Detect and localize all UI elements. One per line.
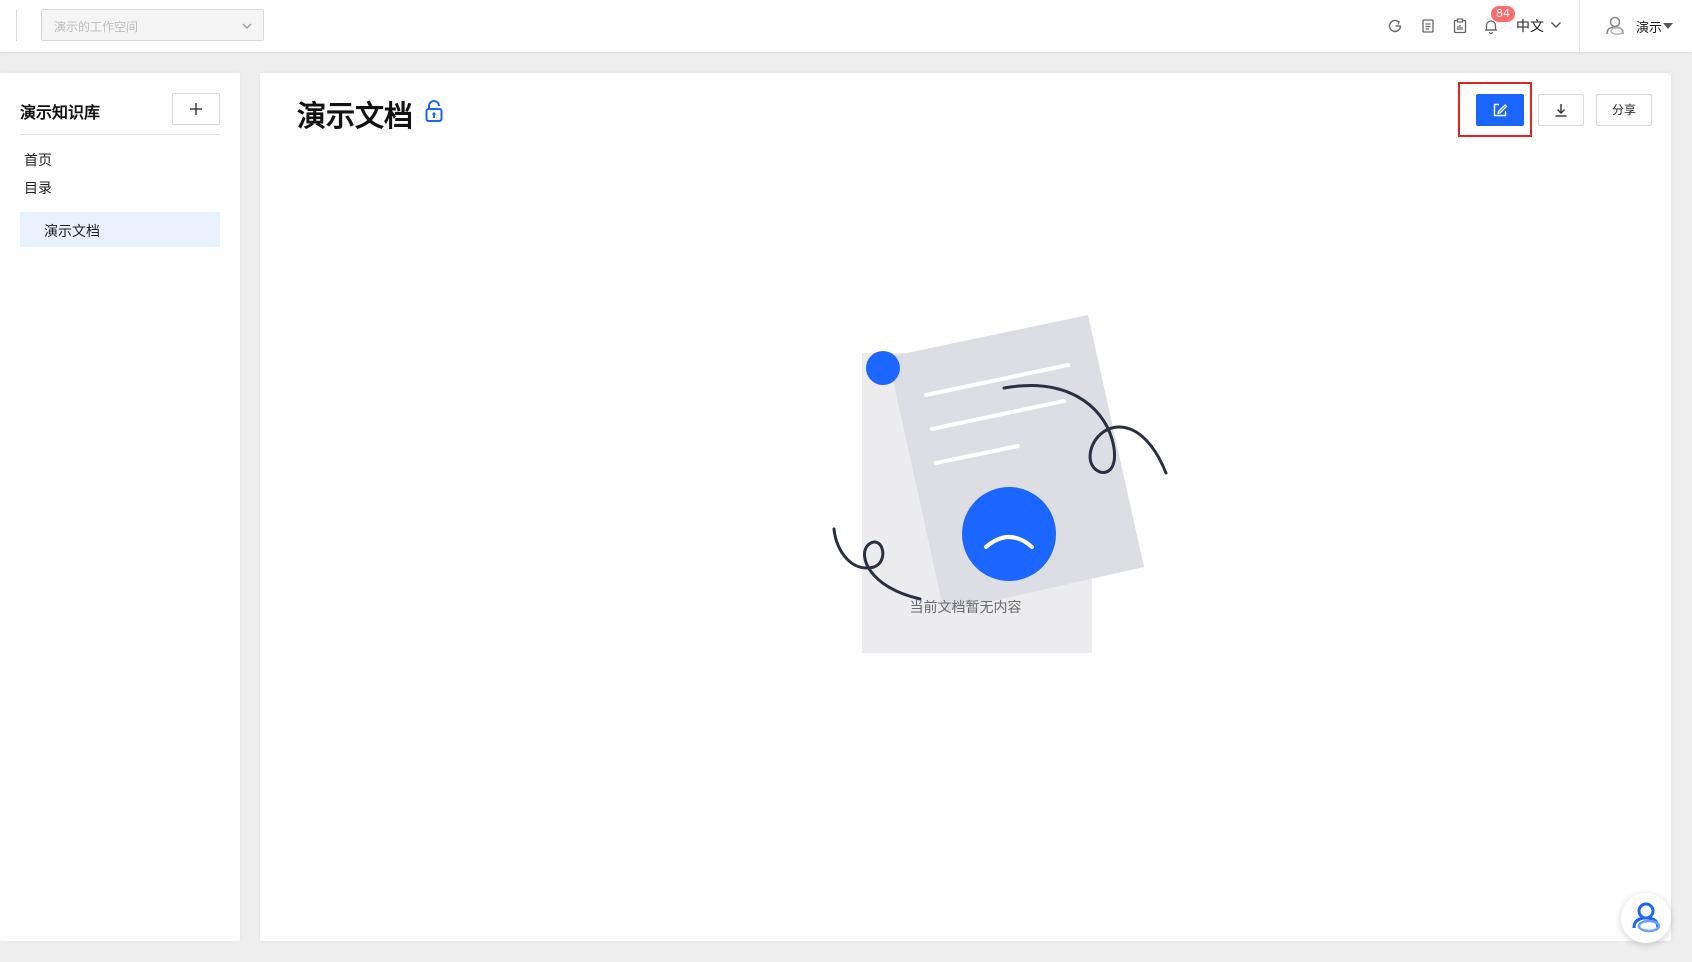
user-avatar-icon[interactable]: [1603, 14, 1627, 38]
notification-badge: 84: [1491, 6, 1515, 22]
language-selector[interactable]: 中文: [1516, 16, 1544, 36]
workspace-select-placeholder: 演示的工作空间: [54, 20, 139, 34]
download-icon: [1555, 104, 1567, 117]
assistant-icon: [1632, 902, 1661, 933]
main-content: 演示文档 分享 当前文档暂无内容: [260, 73, 1671, 941]
sidebar-item-catalog[interactable]: 目录: [24, 178, 52, 198]
edit-button[interactable]: [1476, 94, 1524, 126]
document-icon[interactable]: [1419, 17, 1437, 35]
empty-state-text: 当前文档暂无内容: [909, 600, 1022, 616]
assistant-button[interactable]: [1621, 893, 1671, 943]
chevron-down-icon[interactable]: [1550, 20, 1562, 30]
topbar-divider: [16, 10, 17, 41]
plus-icon: [190, 103, 202, 115]
add-button[interactable]: [172, 93, 220, 125]
topbar-separator: [1579, 0, 1580, 52]
lock-icon[interactable]: [424, 99, 444, 123]
page-title: 演示文档: [297, 99, 414, 133]
top-bar: 演示的工作空间 84 中文 演示: [0, 0, 1692, 52]
edit-icon: [1493, 103, 1508, 117]
sidebar-item-document[interactable]: 演示文档: [20, 212, 220, 247]
share-button[interactable]: 分享: [1596, 94, 1652, 126]
refresh-icon[interactable]: [1386, 17, 1404, 35]
sidebar-divider: [20, 134, 220, 135]
chevron-down-icon: [242, 23, 252, 29]
sidebar-item-home[interactable]: 首页: [24, 150, 52, 170]
knowledge-base-title: 演示知识库: [20, 103, 101, 122]
sidebar-item-label: 演示文档: [44, 224, 100, 240]
sidebar: 演示知识库 首页 目录 演示文档: [0, 73, 240, 941]
user-name[interactable]: 演示: [1636, 17, 1662, 36]
caret-down-icon[interactable]: [1663, 23, 1673, 29]
workspace-select[interactable]: 演示的工作空间: [41, 9, 264, 41]
clipboard-icon[interactable]: [1451, 17, 1469, 35]
download-button[interactable]: [1538, 94, 1584, 126]
